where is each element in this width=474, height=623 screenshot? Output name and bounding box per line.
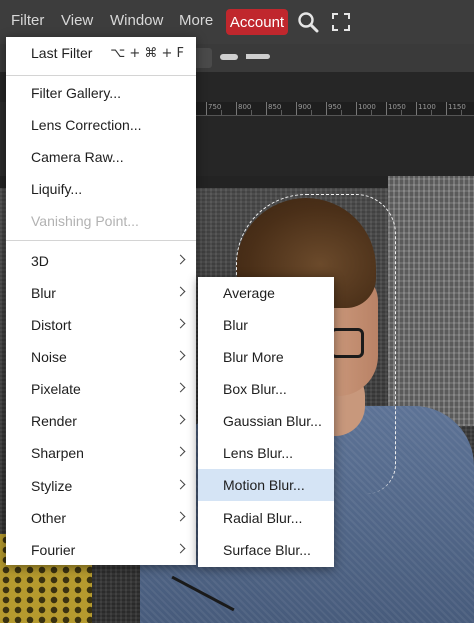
ruler-tick: [386, 102, 387, 115]
ruler-tick: [416, 102, 417, 115]
menu-item-render[interactable]: Render: [6, 405, 196, 437]
ruler-label: 1050: [388, 103, 406, 111]
ruler-tick: [236, 102, 237, 115]
submenu-item-lens-blur[interactable]: Lens Blur...: [198, 437, 334, 469]
ruler-tick: [296, 102, 297, 115]
menu-item-distort[interactable]: Distort: [6, 309, 196, 341]
menu-item-label: Noise: [31, 349, 67, 365]
menu-item-label: Camera Raw...: [31, 149, 124, 165]
menu-item-label: Distort: [31, 317, 72, 333]
submenu-item-radial-blur[interactable]: Radial Blur...: [198, 502, 334, 534]
menu-item-3d[interactable]: 3D: [6, 245, 196, 277]
menu-item-sharpen[interactable]: Sharpen: [6, 437, 196, 469]
menu-item-label: Gaussian Blur...: [223, 413, 322, 429]
keyboard-shortcut: ⌥ + ⌘ + F: [110, 45, 184, 61]
submenu-item-surface-blur[interactable]: Surface Blur...: [198, 534, 334, 566]
menu-item-label: Liquify...: [31, 181, 83, 197]
background-bokeh: [388, 176, 474, 426]
ruler-label: 950: [328, 103, 342, 111]
chevron-right-icon: [175, 318, 186, 329]
fullscreen-icon[interactable]: [332, 13, 350, 35]
menu-item-label: Vanishing Point...: [31, 213, 139, 229]
ruler-label: 850: [268, 103, 282, 111]
menu-item-lens-correction[interactable]: Lens Correction...: [6, 109, 196, 141]
menu-item-fourier[interactable]: Fourier: [6, 534, 196, 566]
submenu-item-blur-more[interactable]: Blur More: [198, 341, 334, 373]
menu-item-label: Last Filter: [31, 45, 93, 61]
chevron-right-icon: [175, 543, 186, 554]
ruler-label: 1100: [418, 103, 436, 111]
submenu-item-gaussian-blur[interactable]: Gaussian Blur...: [198, 405, 334, 437]
submenu-item-motion-blur[interactable]: Motion Blur...: [198, 469, 334, 501]
menu-item-pixelate[interactable]: Pixelate: [6, 373, 196, 405]
menu-item-noise[interactable]: Noise: [6, 341, 196, 373]
chevron-right-icon: [175, 382, 186, 393]
menu-item-label: Radial Blur...: [223, 510, 303, 526]
canvas-pasteboard: [196, 116, 474, 176]
ruler-tick: [266, 102, 267, 115]
menu-more[interactable]: More: [179, 12, 213, 29]
menu-item-label: Blur More: [223, 349, 284, 365]
chevron-right-icon: [175, 286, 186, 297]
menu-divider: [6, 240, 196, 241]
menu-item-stylize[interactable]: Stylize: [6, 470, 196, 502]
ruler-tick: [206, 102, 207, 115]
brush-shape-indicator: [246, 54, 270, 59]
horizontal-ruler: 750 800 850 900 950 1000 1050 1100 1150: [196, 102, 474, 116]
menu-item-blur[interactable]: Blur: [6, 277, 196, 309]
menu-item-vanishing-point: Vanishing Point...: [6, 205, 196, 237]
menu-window[interactable]: Window: [110, 12, 163, 29]
menu-item-label: Average: [223, 285, 275, 301]
menu-item-label: Filter Gallery...: [31, 85, 121, 101]
menu-item-filter-gallery[interactable]: Filter Gallery...: [6, 77, 196, 109]
menu-item-label: 3D: [31, 253, 49, 269]
menu-item-label: Fourier: [31, 542, 76, 558]
ruler-label: 1150: [448, 103, 466, 111]
ruler-tick: [326, 102, 327, 115]
chevron-right-icon: [175, 254, 186, 265]
menu-item-label: Motion Blur...: [223, 477, 305, 493]
ruler-label: 1000: [358, 103, 376, 111]
submenu-item-average[interactable]: Average: [198, 277, 334, 309]
menu-divider: [6, 75, 196, 76]
menu-item-label: Blur: [223, 317, 248, 333]
menu-item-other[interactable]: Other: [6, 502, 196, 534]
menu-item-label: Stylize: [31, 478, 73, 494]
menu-item-camera-raw[interactable]: Camera Raw...: [6, 141, 196, 173]
menu-filter[interactable]: Filter: [11, 12, 44, 29]
menu-item-label: Surface Blur...: [223, 542, 311, 558]
blur-submenu: Average Blur Blur More Box Blur... Gauss…: [198, 277, 334, 567]
menu-item-label: Sharpen: [31, 445, 84, 461]
chevron-right-icon: [175, 350, 186, 361]
account-button[interactable]: Account: [226, 9, 288, 35]
ruler-label: 750: [208, 103, 222, 111]
chevron-right-icon: [175, 479, 186, 490]
options-field-edge: [196, 48, 212, 68]
chevron-right-icon: [175, 414, 186, 425]
ruler-label: 900: [298, 103, 312, 111]
submenu-item-blur[interactable]: Blur: [198, 309, 334, 341]
menu-item-last-filter[interactable]: Last Filter ⌥ + ⌘ + F: [6, 37, 196, 69]
submenu-item-box-blur[interactable]: Box Blur...: [198, 373, 334, 405]
menu-view[interactable]: View: [61, 12, 93, 29]
menu-item-label: Blur: [31, 285, 56, 301]
chevron-right-icon: [175, 446, 186, 457]
menu-item-label: Other: [31, 510, 67, 526]
menu-item-label: Pixelate: [31, 381, 81, 397]
ruler-label: 800: [238, 103, 252, 111]
menu-item-label: Lens Blur...: [223, 445, 294, 461]
search-icon[interactable]: [297, 11, 319, 37]
ruler-tick: [446, 102, 447, 115]
ruler-tick: [356, 102, 357, 115]
menu-item-label: Lens Correction...: [31, 117, 142, 133]
brush-size-indicator: [220, 54, 238, 60]
chevron-right-icon: [175, 511, 186, 522]
menu-item-label: Render: [31, 413, 77, 429]
menu-item-label: Box Blur...: [223, 381, 287, 397]
filter-dropdown-menu: Last Filter ⌥ + ⌘ + F Filter Gallery... …: [6, 37, 196, 565]
menu-item-liquify[interactable]: Liquify...: [6, 173, 196, 205]
